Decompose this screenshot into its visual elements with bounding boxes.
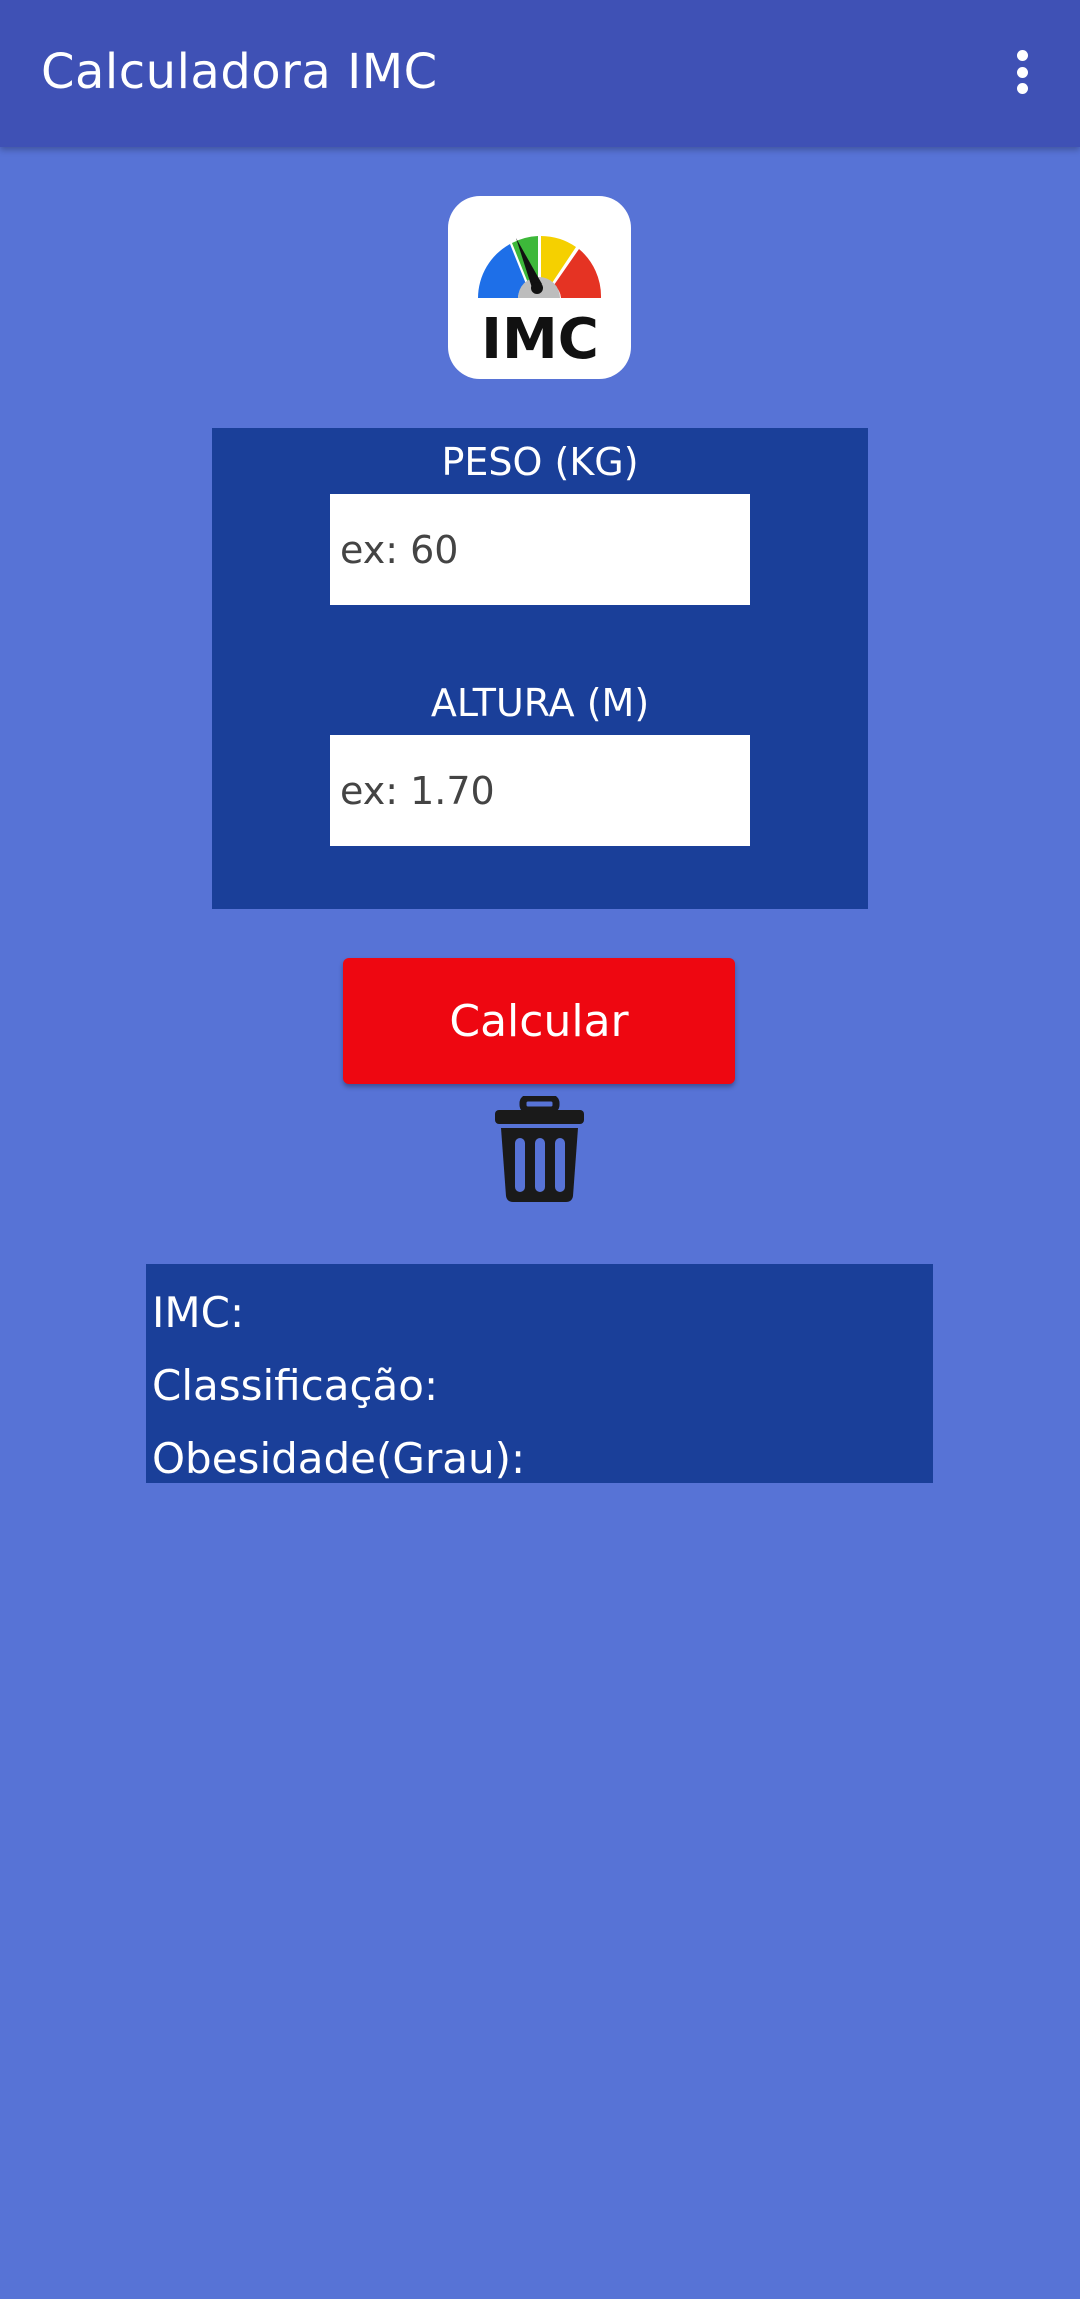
calculate-button[interactable]: Calcular (343, 958, 735, 1084)
app-bar: Calculadora IMC (0, 0, 1080, 147)
weight-input[interactable] (330, 494, 750, 605)
imc-result-label: IMC: (152, 1288, 245, 1337)
menu-dot (1016, 66, 1028, 78)
imc-logo: IMC (448, 196, 631, 379)
menu-dot (1016, 50, 1028, 61)
obesity-grade-result-label: Obesidade(Grau): (152, 1434, 526, 1483)
result-panel: IMC: Classificação: Obesidade(Grau): (146, 1264, 933, 1483)
app-title: Calculadora IMC (41, 44, 438, 100)
weight-label: PESO (KG) (441, 440, 639, 484)
height-input[interactable] (330, 735, 750, 846)
input-panel: PESO (KG) ALTURA (M) (212, 428, 868, 909)
classification-result-label: Classificação: (152, 1361, 439, 1410)
logo-text: IMC (481, 307, 599, 372)
gauge-icon: IMC (478, 236, 602, 372)
height-label: ALTURA (M) (430, 681, 650, 725)
more-vert-icon[interactable] (1000, 40, 1044, 104)
menu-dot (1016, 83, 1028, 94)
trash-icon[interactable] (493, 1096, 586, 1204)
